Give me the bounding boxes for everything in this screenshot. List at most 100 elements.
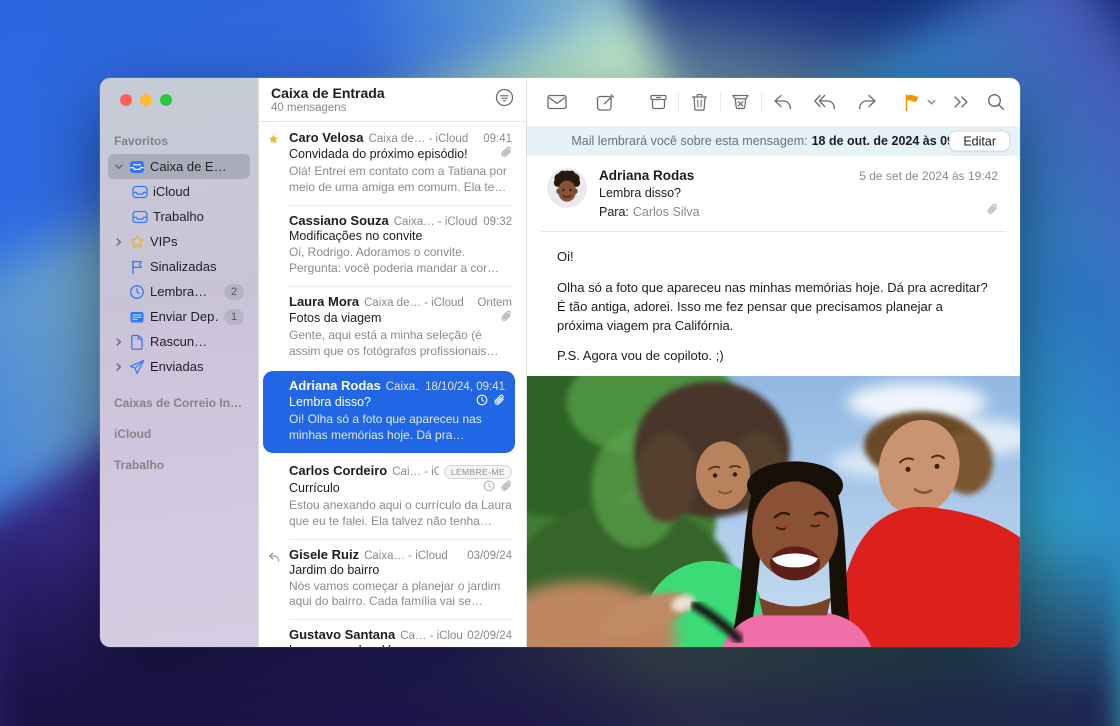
paperclip-icon: [500, 146, 512, 162]
message-body: Oi! Olha só a foto que apareceu nas minh…: [527, 232, 1020, 376]
unread-envelope-icon[interactable]: [547, 91, 567, 113]
search-icon[interactable]: [986, 91, 1006, 113]
filter-icon[interactable]: [495, 88, 514, 112]
zoom-button[interactable]: [160, 94, 172, 106]
attachment-photo[interactable]: [527, 376, 1020, 647]
to-label: Para:: [599, 205, 629, 219]
forward-icon[interactable]: [857, 91, 877, 113]
sidebar-item-label: Trabalho: [153, 209, 204, 224]
message-date: 5 de set de 2024 às 19:42: [859, 169, 998, 183]
sidebar-item-label: Rascun…: [150, 334, 207, 349]
edit-reminder-button[interactable]: Editar: [949, 131, 1010, 152]
subject: Convidada do próximo episódio!: [289, 147, 468, 161]
date: 02/09/24: [467, 630, 512, 642]
junk-icon[interactable]: [730, 91, 750, 113]
reminder-clock-icon: [476, 394, 488, 409]
preview: Estou anexando aqui o currículo da Laura…: [289, 498, 512, 530]
sender: Gustavo Santana: [289, 627, 395, 642]
sender-avatar[interactable]: [547, 168, 587, 208]
unread-count-badge: 1: [224, 309, 244, 325]
reply-icon[interactable]: [772, 91, 792, 113]
sidebar-item-label: Sinalizadas: [150, 259, 217, 274]
date: 09:32: [483, 216, 512, 228]
preview: Oi, Rodrigo. Adoramos o convite. Pergunt…: [289, 245, 512, 277]
minimize-button[interactable]: [140, 94, 152, 106]
sidebar-item-vips[interactable]: VIPs: [108, 229, 250, 254]
sidebar-item-label: Enviar Dep…: [150, 309, 219, 324]
message-count: 40 mensagens: [271, 102, 514, 114]
reply-all-icon[interactable]: [814, 91, 835, 113]
mailbox: Caixa… - iCloud: [394, 216, 479, 228]
message-row[interactable]: Laura MoraCaixa de… - iCloudOntem Fotos …: [259, 286, 526, 369]
message-subject: Lembra disso?: [599, 186, 998, 200]
sidebar: Favoritos Caixa de E… iCloud Trabalho VI…: [100, 78, 258, 647]
sender: Caro Velosa: [289, 130, 363, 145]
trash-icon[interactable]: [689, 91, 709, 113]
paperclip-icon: [500, 480, 512, 496]
date: 18/10/24, 09:41: [425, 381, 505, 393]
mail-window: Favoritos Caixa de E… iCloud Trabalho VI…: [100, 78, 1020, 647]
preview: Nós vamos começar a planejar o jardim aq…: [289, 579, 512, 611]
traffic-lights: [120, 94, 258, 106]
mailbox: Caixa de… - iCloud: [368, 133, 478, 145]
sidebar-item-flagged[interactable]: Sinalizadas: [108, 254, 250, 279]
sidebar-item-sent[interactable]: Enviadas: [108, 354, 250, 379]
sender: Carlos Cordeiro: [289, 463, 387, 478]
message-row[interactable]: Cassiano SouzaCaixa… - iCloud09:32 Modif…: [259, 205, 526, 286]
mailbox-title: Caixa de Entrada: [271, 85, 514, 101]
message-row[interactable]: Gisele Ruiz Caixa… - iCloud 03/09/24 Jardi…: [259, 539, 526, 620]
section-icloud[interactable]: iCloud: [114, 427, 244, 441]
paperclip-icon: [493, 394, 505, 410]
chevron-right-icon[interactable]: [114, 238, 124, 246]
message-row[interactable]: Carlos CordeiroCai… - iCl…LEMBRE-ME Curr…: [259, 455, 526, 539]
message-sender: Adriana Rodas: [599, 168, 694, 183]
chevron-right-icon[interactable]: [114, 338, 124, 346]
preview: Oi! Olha só a foto que apareceu nas minh…: [289, 412, 505, 444]
section-smart-mailboxes[interactable]: Caixas de Correio In…: [114, 396, 244, 410]
star-icon: [129, 234, 145, 250]
document-icon: [129, 334, 145, 350]
sidebar-item-label: VIPs: [150, 234, 177, 249]
sidebar-item-reminders[interactable]: Lembra… 2: [108, 279, 250, 304]
sidebar-item-send-later[interactable]: Enviar Dep… 1: [108, 304, 250, 329]
inbox-filled-icon: [129, 159, 145, 175]
mailbox: Caixa… - iCloud: [364, 550, 462, 562]
message-row[interactable]: Gustavo SantanaCa… - iCloud02/09/24 Luga…: [259, 619, 526, 647]
toolbar: [527, 78, 1020, 126]
chevron-right-icon[interactable]: [114, 363, 124, 371]
compose-icon[interactable]: [595, 91, 615, 113]
subject: Lugares em Las Vegas: [289, 643, 417, 647]
sidebar-item-label: Enviadas: [150, 359, 203, 374]
sidebar-item-inbox[interactable]: Caixa de E…: [108, 154, 250, 179]
chevron-down-icon[interactable]: [114, 164, 124, 170]
flag-icon: [129, 259, 145, 275]
clock-icon: [129, 284, 145, 300]
archive-icon[interactable]: [648, 91, 668, 113]
section-work[interactable]: Trabalho: [114, 458, 244, 472]
message-detail-pane: Mail lembrará você sobre esta mensagem: …: [527, 78, 1020, 647]
unread-count-badge: 2: [224, 284, 244, 300]
message-list-header: Caixa de Entrada 40 mensagens: [259, 78, 526, 122]
sidebar-item-drafts[interactable]: Rascun…: [108, 329, 250, 354]
message-row[interactable]: Caro VelosaCaixa de… - iCloud09:41 Convi…: [259, 122, 526, 205]
sidebar-item-icloud-inbox[interactable]: iCloud: [126, 179, 250, 204]
sender: Gisele Ruiz: [289, 547, 359, 562]
mailbox: Caixa…: [386, 381, 420, 393]
close-button[interactable]: [120, 94, 132, 106]
date: 03/09/24: [467, 550, 512, 562]
subject: Fotos da viagem: [289, 311, 381, 325]
favorites-header: Favoritos: [114, 134, 244, 148]
message-list-pane: Caixa de Entrada 40 mensagens Caro Velos…: [258, 78, 527, 647]
body-paragraph: P.S. Agora vou de copiloto. ;): [557, 347, 990, 366]
reminder-banner-text: Mail lembrará você sobre esta mensagem:: [571, 134, 807, 148]
flag-icon[interactable]: [902, 91, 922, 113]
paperplane-icon: [129, 359, 145, 375]
attachment-paperclip-icon[interactable]: [986, 203, 998, 221]
flag-chevron-icon[interactable]: [926, 91, 937, 113]
more-toolbar-items-icon[interactable]: [951, 91, 971, 113]
message-row-selected[interactable]: Adriana RodasCaixa…18/10/24, 09:41 Lembr…: [263, 371, 515, 453]
sidebar-item-label: Caixa de E…: [150, 159, 227, 174]
recipient[interactable]: Carlos Silva: [633, 205, 700, 219]
subject: Jardim do bairro: [289, 563, 379, 577]
sidebar-item-work-inbox[interactable]: Trabalho: [126, 204, 250, 229]
